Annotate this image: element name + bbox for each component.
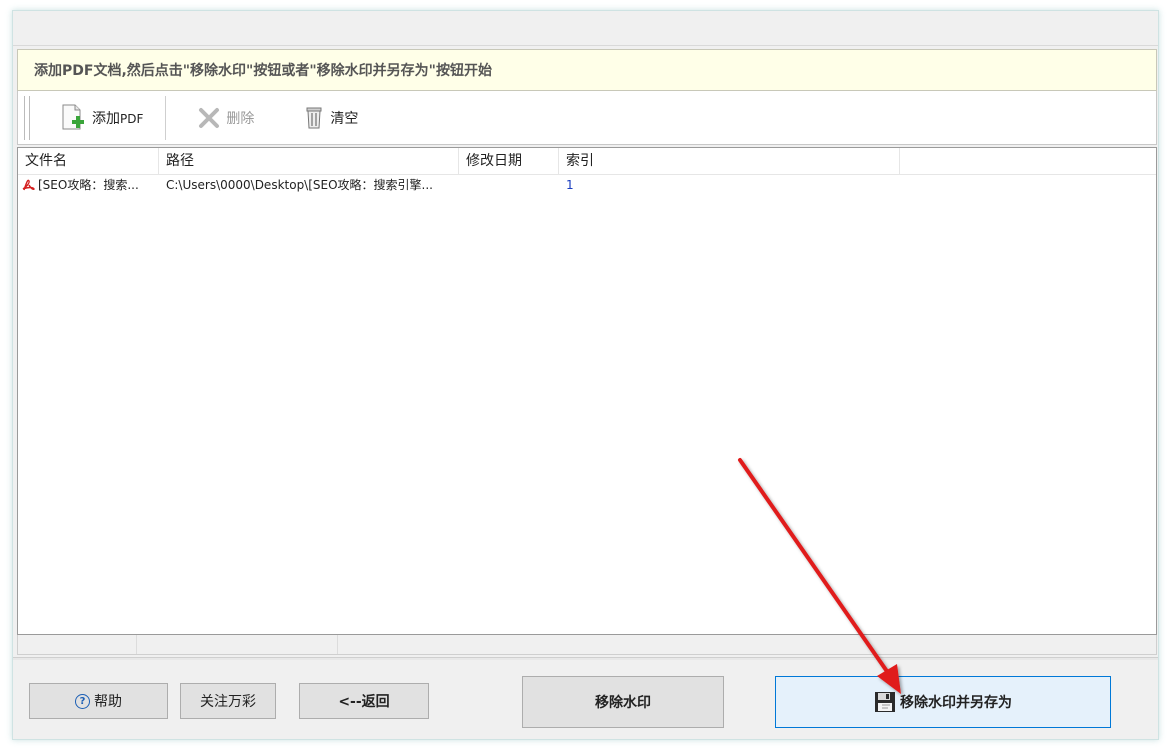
col-filler [900, 148, 1156, 174]
add-pdf-icon [62, 104, 84, 129]
clear-button[interactable]: 清空 [292, 98, 370, 138]
clear-label: 清空 [330, 110, 359, 127]
follow-label: 关注万彩 [200, 694, 256, 710]
col-filename[interactable]: 文件名 [18, 148, 159, 174]
table-row[interactable]: [SEO攻略：搜索... C:\Users\0000\Desktop\[SEO攻… [18, 174, 1156, 196]
instruction-text: 添加PDF文档,然后点击"移除水印"按钮或者"移除水印并另存为"按钮开始 [34, 63, 492, 79]
file-list[interactable]: 文件名 路径 修改日期 索引 [SEO攻略：搜索... C:\Users\000… [17, 147, 1157, 635]
status-segment-2 [137, 635, 338, 654]
toolbar-separator [165, 95, 167, 140]
help-circle-icon: ? [75, 693, 90, 709]
row-index: 1 [566, 178, 574, 192]
add-pdf-button[interactable]: 添加PDF [48, 98, 155, 138]
pdf-file-icon [22, 179, 35, 191]
help-label: 帮助 [94, 694, 122, 710]
remove-and-save-label: 移除水印并另存为 [900, 695, 1012, 711]
col-modified-date[interactable]: 修改日期 [459, 148, 559, 174]
back-button[interactable]: <--返回 [299, 683, 429, 719]
list-header: 文件名 路径 修改日期 索引 [18, 148, 1156, 175]
back-label: <--返回 [338, 694, 390, 710]
status-segment-3 [338, 635, 1156, 654]
toolbar: 添加PDF 删除 清空 [17, 91, 1157, 145]
remove-watermark-label: 移除水印 [595, 695, 651, 711]
add-pdf-label: 添加PDF [92, 110, 144, 127]
remove-watermark-button[interactable]: 移除水印 [522, 676, 724, 728]
row-filename: [SEO攻略：搜索... [38, 178, 139, 192]
app-window: 添加PDF文档,然后点击"移除水印"按钮或者"移除水印并另存为"按钮开始 添加P… [12, 10, 1159, 740]
status-segment-1 [18, 635, 137, 654]
follow-button[interactable]: 关注万彩 [180, 683, 276, 719]
row-filename-cell: [SEO攻略：搜索... [18, 174, 159, 196]
remove-and-save-button[interactable]: 移除水印并另存为 [775, 676, 1111, 728]
help-button[interactable]: ? 帮助 [29, 683, 168, 719]
delete-button[interactable]: 删除 [186, 98, 266, 138]
title-band [13, 11, 1158, 46]
col-path[interactable]: 路径 [159, 148, 459, 174]
trash-icon [306, 107, 322, 128]
toolbar-grip[interactable] [24, 95, 30, 140]
save-disk-icon [875, 692, 895, 712]
row-date [459, 174, 559, 196]
col-index[interactable]: 索引 [559, 148, 900, 174]
delete-label: 删除 [226, 110, 255, 127]
row-path: C:\Users\0000\Desktop\[SEO攻略：搜索引擎... [166, 178, 433, 192]
bottom-separator [13, 657, 1158, 660]
delete-x-icon [199, 107, 220, 128]
status-strip [17, 635, 1157, 655]
instruction-banner: 添加PDF文档,然后点击"移除水印"按钮或者"移除水印并另存为"按钮开始 [17, 49, 1157, 91]
